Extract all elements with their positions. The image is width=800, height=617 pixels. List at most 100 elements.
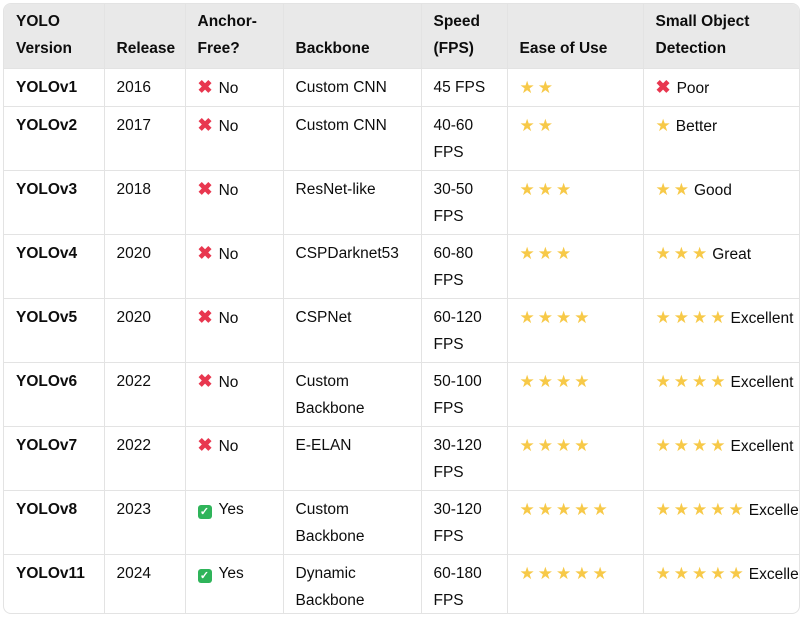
cell-ease-of-use: ★ ★ ★ ★ ★ [507,490,644,555]
star-icon: ★ [556,436,572,455]
cell-small-object-detection: ✖ Poor [643,68,799,107]
header-version: YOLO Version [4,4,105,69]
cell-version: YOLOv6 [4,362,105,427]
star-icon: ★ [519,78,535,97]
cell-backbone: Custom CNN [283,68,422,107]
cell-anchor-free: ✖ No [185,68,284,107]
cell-version: YOLOv7 [4,426,105,491]
cell-version: YOLOv1 [4,68,105,107]
cell-small-object-detection: ★ Better [643,106,799,171]
cell-small-object-detection: ★ ★ ★ ★ Excellent [643,298,799,363]
table-row: YOLOv11 2024 ✓ Yes Dynamic Backbone 60-180 FP… [4,554,799,613]
star-icon: ★ [556,372,572,391]
cell-backbone: Dynamic Backbone [283,554,422,613]
x-mark-icon: ✖ [197,243,213,263]
cell-ease-of-use: ★ ★ ★ ★ [507,298,644,363]
star-icon: ★ [673,180,689,199]
star-icon: ★ [574,500,590,519]
header-small-object-detection: Small Object Detection [643,4,799,69]
table-row: YOLOv3 2018 ✖ No ResNet-like 30-50 FPS ★ ★ ★ ★ ★ Go… [4,170,799,235]
star-icon: ★ [574,436,590,455]
header-backbone: Backbone [283,4,422,69]
x-mark-icon: ✖ [197,179,213,199]
cell-anchor-free: ✓ Yes [185,554,284,613]
cell-anchor-free: ✓ Yes [185,490,284,555]
star-icon: ★ [556,564,572,583]
table-body: YOLOv1 2016 ✖ No Custom CNN 45 FPS ★ ★ ✖ Poor YOLO… [4,68,799,613]
star-icon: ★ [692,244,708,263]
star-icon: ★ [519,116,535,135]
small-object-label: Excellent [748,502,799,519]
cell-anchor-free: ✖ No [185,170,284,235]
star-icon: ★ [655,500,671,519]
yolo-comparison-table: YOLO Version Release Anchor-Free? Backbo… [4,4,799,613]
cell-speed: 60-120 FPS [421,298,508,363]
star-icon: ★ [655,180,671,199]
cell-version: YOLOv5 [4,298,105,363]
anchor-free-label: No [218,118,239,135]
anchor-free-label: No [218,182,239,199]
header-release: Release [104,4,186,69]
cell-ease-of-use: ★ ★ ★ [507,170,644,235]
star-icon: ★ [537,116,553,135]
cell-version: YOLOv4 [4,234,105,299]
star-icon: ★ [537,564,553,583]
cell-version: YOLOv2 [4,106,105,171]
star-icon: ★ [673,372,689,391]
cell-speed: 40-60 FPS [421,106,508,171]
x-mark-icon: ✖ [197,115,213,135]
cell-ease-of-use: ★ ★ ★ ★ [507,362,644,427]
cell-version: YOLOv8 [4,490,105,555]
cell-small-object-detection: ★ ★ ★ Great [643,234,799,299]
star-icon: ★ [673,244,689,263]
cell-anchor-free: ✖ No [185,106,284,171]
small-object-label: Excellent [748,566,799,583]
small-object-label: Good [694,182,732,199]
table-row: YOLOv1 2016 ✖ No Custom CNN 45 FPS ★ ★ ✖ Poor [4,68,799,107]
cell-speed: 60-80 FPS [421,234,508,299]
cell-anchor-free: ✖ No [185,426,284,491]
table-row: YOLOv8 2023 ✓ Yes Custom Backbone 30-120 FPS ★… [4,490,799,555]
star-icon: ★ [710,308,726,327]
cell-release: 2024 [104,554,186,613]
header-row: YOLO Version Release Anchor-Free? Backbo… [4,4,799,69]
star-icon: ★ [655,564,671,583]
anchor-free-label: No [218,374,239,391]
star-icon: ★ [519,436,535,455]
star-icon: ★ [556,180,572,199]
cell-release: 2022 [104,362,186,427]
x-mark-icon: ✖ [197,371,213,391]
small-object-label: Great [712,246,752,263]
star-icon: ★ [655,436,671,455]
header-anchor-free: Anchor-Free? [185,4,284,69]
star-icon: ★ [574,564,590,583]
cell-small-object-detection: ★ ★ ★ ★ Excellent [643,426,799,491]
star-icon: ★ [519,308,535,327]
cell-small-object-detection: ★ ★ ★ ★ Excellent [643,362,799,427]
star-icon: ★ [574,372,590,391]
check-icon: ✓ [197,569,212,583]
small-object-label: Excellent [730,374,794,391]
header-speed: Speed (FPS) [421,4,508,69]
cell-ease-of-use: ★ ★ [507,68,644,107]
star-icon: ★ [655,308,671,327]
star-icon: ★ [692,564,708,583]
cell-backbone: Custom Backbone [283,362,422,427]
cell-speed: 30-120 FPS [421,490,508,555]
cell-speed: 30-120 FPS [421,426,508,491]
star-icon: ★ [519,564,535,583]
x-mark-icon: ✖ [655,77,671,97]
table-row: YOLOv7 2022 ✖ No E-ELAN 30-120 FPS ★ ★ ★ ★ ★ ★ ★ ★ Exc… [4,426,799,491]
cell-release: 2022 [104,426,186,491]
star-icon: ★ [655,372,671,391]
ease-rating: ★ ★ ★ ★ [519,436,593,455]
cell-small-object-detection: ★ ★ Good [643,170,799,235]
anchor-free-label: No [218,310,239,327]
star-icon: ★ [556,500,572,519]
star-icon: ★ [537,436,553,455]
cell-small-object-detection: ★★★★★Excellent [643,490,799,555]
star-icon: ★ [710,436,726,455]
cell-speed: 30-50 FPS [421,170,508,235]
ease-rating: ★ ★ ★ ★ ★ [520,500,611,519]
star-icon: ★ [655,244,671,263]
